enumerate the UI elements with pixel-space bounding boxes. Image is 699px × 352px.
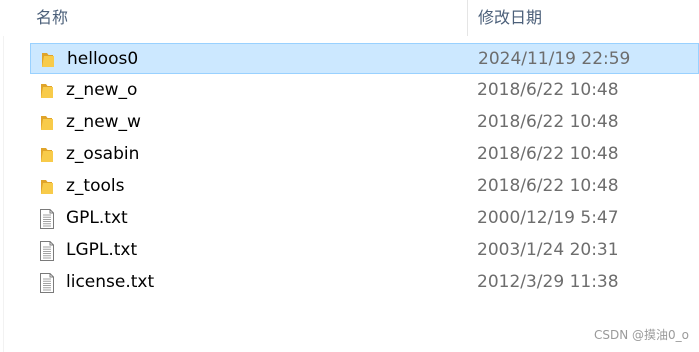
- file-row[interactable]: z_osabin 2018/6/22 10:48: [30, 139, 699, 170]
- file-date-modified: 2018/6/22 10:48: [477, 144, 619, 164]
- watermark: CSDN @摸油0_o: [593, 328, 689, 342]
- text-file-icon: [39, 241, 55, 261]
- file-date-modified: 2018/6/22 10:48: [477, 176, 619, 196]
- file-row[interactable]: z_tools 2018/6/22 10:48: [30, 171, 699, 202]
- file-row[interactable]: GPL.txt 2000/12/19 5:47: [30, 203, 699, 234]
- file-row[interactable]: license.txt 2012/3/29 11:38: [30, 267, 699, 298]
- folder-icon: [39, 114, 55, 132]
- file-date-modified: 2012/3/29 11:38: [477, 272, 619, 292]
- folder-icon: [40, 51, 56, 69]
- folder-icon: [39, 178, 55, 196]
- text-file-icon: [39, 209, 55, 229]
- column-header-date-modified[interactable]: 修改日期: [478, 4, 542, 28]
- text-file-icon: [39, 273, 55, 293]
- folder-icon: [39, 82, 55, 100]
- file-row[interactable]: z_new_o 2018/6/22 10:48: [30, 75, 699, 106]
- file-name: z_new_o: [66, 80, 138, 100]
- file-row[interactable]: z_new_w 2018/6/22 10:48: [30, 107, 699, 138]
- file-date-modified: 2024/11/19 22:59: [478, 49, 631, 69]
- column-header-name[interactable]: 名称: [36, 4, 68, 28]
- file-name: z_tools: [66, 176, 125, 196]
- column-header: 名称 修改日期: [0, 0, 699, 36]
- file-date-modified: 2003/1/24 20:31: [477, 240, 619, 260]
- file-date-modified: 2000/12/19 5:47: [477, 208, 619, 228]
- file-name: license.txt: [66, 272, 155, 292]
- pane-edge: [3, 36, 4, 352]
- file-date-modified: 2018/6/22 10:48: [477, 112, 619, 132]
- file-name: GPL.txt: [66, 208, 128, 228]
- file-name: z_osabin: [66, 144, 140, 164]
- folder-icon: [39, 146, 55, 164]
- file-name: helloos0: [67, 49, 139, 69]
- file-name: z_new_w: [66, 112, 141, 132]
- column-divider[interactable]: [467, 0, 468, 36]
- file-date-modified: 2018/6/22 10:48: [477, 80, 619, 100]
- file-row[interactable]: LGPL.txt 2003/1/24 20:31: [30, 235, 699, 266]
- file-name: LGPL.txt: [66, 240, 138, 260]
- file-row[interactable]: helloos0 2024/11/19 22:59: [30, 43, 699, 74]
